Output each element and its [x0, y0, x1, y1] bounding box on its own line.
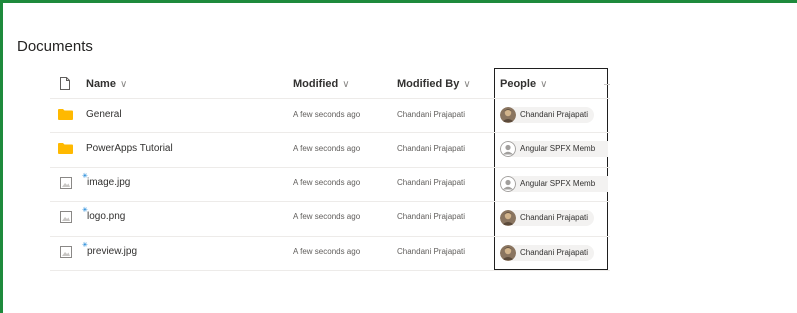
avatar: [500, 107, 516, 123]
modified-by-value: Chandani Prajapati: [397, 212, 466, 221]
person-name: Angular SPFX Memb: [520, 144, 596, 153]
modified-by-value: Chandani Prajapati: [397, 110, 466, 119]
person-name: Chandani Prajapati: [520, 213, 589, 222]
folder-icon: [58, 143, 73, 154]
person-chip[interactable]: Angular SPFX Memb: [500, 176, 608, 192]
person-name: Chandani Prajapati: [520, 248, 589, 257]
modified-value: A few seconds ago: [293, 178, 361, 187]
avatar: [500, 141, 516, 157]
column-header-modified-by[interactable]: Modified By ∨: [397, 78, 471, 90]
person-name: Angular SPFX Memb: [520, 179, 596, 188]
chevron-down-icon: ∨: [119, 79, 128, 90]
image-file-icon: [60, 246, 72, 258]
modified-value: A few seconds ago: [293, 247, 361, 256]
column-header-modified-label: Modified: [293, 78, 339, 90]
library-title: Documents: [17, 38, 93, 55]
modified-value: A few seconds ago: [293, 144, 361, 153]
file-type-icon[interactable]: [60, 77, 70, 90]
file-name-link[interactable]: logo.png: [87, 211, 125, 222]
modified-by-value: Chandani Prajapati: [397, 144, 466, 153]
avatar: [500, 210, 516, 226]
file-name-link[interactable]: PowerApps Tutorial: [86, 143, 173, 154]
person-name: Chandani Prajapati: [520, 110, 589, 119]
column-header-modified[interactable]: Modified ∨: [293, 78, 350, 90]
modified-value: A few seconds ago: [293, 110, 361, 119]
column-header-name-label: Name: [86, 78, 116, 90]
modified-by-value: Chandani Prajapati: [397, 178, 466, 187]
modified-by-value: Chandani Prajapati: [397, 247, 466, 256]
person-chip[interactable]: Chandani Prajapati: [500, 107, 594, 123]
column-resize-handle[interactable]: [604, 84, 610, 85]
chevron-down-icon: ∨: [463, 79, 471, 90]
file-name-link[interactable]: image.jpg: [87, 177, 130, 188]
person-chip[interactable]: Chandani Prajapati: [500, 210, 594, 226]
file-name-link[interactable]: General: [86, 109, 122, 120]
avatar: [500, 176, 516, 192]
person-chip[interactable]: Angular SPFX Memb: [500, 141, 608, 157]
person-chip[interactable]: Chandani Prajapati: [500, 245, 594, 261]
column-header-modified-by-label: Modified By: [397, 78, 460, 90]
image-file-icon: [60, 177, 72, 189]
image-file-icon: [60, 211, 72, 223]
column-header-name[interactable]: Name ∨: [86, 78, 127, 90]
modified-value: A few seconds ago: [293, 212, 361, 221]
avatar: [500, 245, 516, 261]
chevron-down-icon: ∨: [342, 79, 350, 90]
folder-icon: [58, 109, 73, 120]
row-divider: [50, 270, 610, 271]
file-name-link[interactable]: preview.jpg: [87, 246, 137, 257]
